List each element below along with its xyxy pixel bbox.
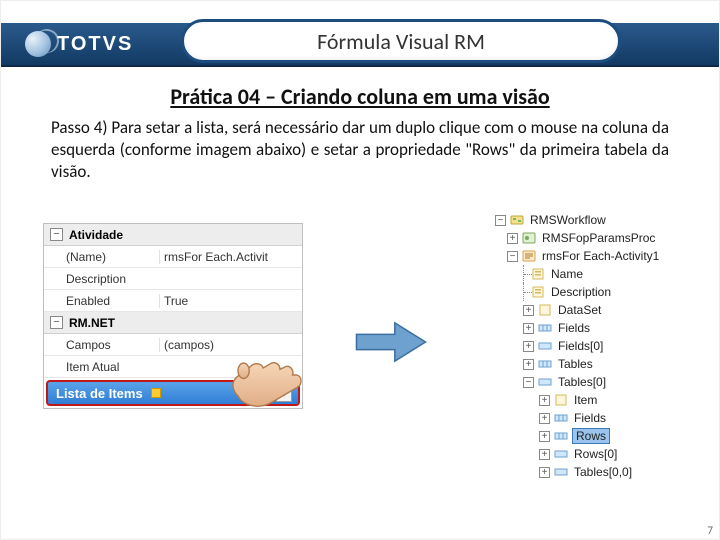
params-icon	[522, 232, 536, 244]
property-key: Description	[44, 272, 159, 286]
tree-label: Fields	[556, 319, 592, 337]
page-title-pill: Fórmula Visual RM	[181, 19, 621, 63]
tree-label: Name	[549, 265, 585, 283]
tree-node[interactable]: Description	[491, 283, 691, 301]
expand-icon[interactable]: +	[539, 431, 550, 442]
property-row-selected[interactable]: Lista de Items	[46, 380, 300, 406]
page-title: Fórmula Visual RM	[317, 28, 485, 55]
arrow-right-icon	[351, 319, 431, 365]
property-key: Enabled	[44, 294, 159, 308]
property-row[interactable]: Campos (campos)	[44, 334, 302, 356]
expand-icon[interactable]: +	[523, 341, 534, 352]
tree-connector	[523, 283, 531, 301]
category-label: Atividade	[69, 228, 123, 242]
tree-node[interactable]: + Fields[0]	[491, 337, 691, 355]
property-value[interactable]: rmsFor Each.Activit	[159, 250, 302, 264]
property-key: (Name)	[44, 250, 159, 264]
expand-icon[interactable]: +	[539, 413, 550, 424]
brand-text: TOTVS	[57, 33, 133, 56]
collection-item-icon	[554, 448, 568, 460]
tree-node[interactable]: + Tables	[491, 355, 691, 373]
property-icon	[531, 286, 545, 298]
tree-label: Description	[549, 283, 613, 301]
property-row[interactable]: Description	[44, 268, 302, 290]
tree-node[interactable]: + Item	[491, 391, 691, 409]
property-category-rmnet[interactable]: − RM.NET	[44, 312, 302, 334]
workflow-icon	[510, 214, 524, 226]
marker-icon	[151, 388, 161, 398]
tree-node[interactable]: + Rows[0]	[491, 445, 691, 463]
property-icon	[554, 394, 568, 406]
property-grid: − Atividade (Name) rmsFor Each.Activit D…	[43, 223, 303, 409]
collection-icon	[538, 358, 552, 370]
collapse-icon[interactable]: −	[50, 228, 63, 241]
expand-icon[interactable]: +	[539, 449, 550, 460]
activity-icon	[522, 250, 536, 262]
tree-label: rmsFor Each-Activity1	[540, 247, 661, 265]
globe-icon	[25, 31, 51, 57]
collapse-icon[interactable]: −	[50, 316, 63, 329]
tree-label: Tables	[556, 355, 595, 373]
property-value[interactable]: (campos)	[159, 338, 302, 352]
collection-icon	[554, 412, 568, 424]
tree-label: Fields	[572, 409, 608, 427]
brand-logo: TOTVS	[25, 31, 133, 57]
collapse-icon[interactable]: −	[507, 251, 518, 262]
tree-node[interactable]: + Tables[0,0]	[491, 463, 691, 481]
instruction-text: Passo 4) Para setar a lista, será necess…	[51, 117, 669, 183]
property-key: Item Atual	[44, 360, 159, 374]
tree-label: RMSWorkflow	[528, 211, 608, 229]
dropdown-button[interactable]	[276, 386, 292, 402]
tree-node-rows[interactable]: + Rows	[491, 427, 691, 445]
tree-node[interactable]: Name	[491, 265, 691, 283]
chevron-down-icon	[280, 391, 288, 397]
tree-node[interactable]: − rmsFor Each-Activity1	[491, 247, 691, 265]
tree-label: DataSet	[556, 301, 603, 319]
tree-label: Tables[0]	[556, 373, 608, 391]
property-row[interactable]: (Name) rmsFor Each.Activit	[44, 246, 302, 268]
selected-property-label: Lista de Items	[56, 386, 143, 401]
expand-icon[interactable]: +	[539, 467, 550, 478]
property-category-atividade[interactable]: − Atividade	[44, 224, 302, 246]
tree-node[interactable]: − Tables[0]	[491, 373, 691, 391]
property-value[interactable]: True	[159, 294, 302, 308]
tree-node[interactable]: + DataSet	[491, 301, 691, 319]
property-row[interactable]: Enabled True	[44, 290, 302, 312]
collection-icon	[554, 430, 568, 442]
tree-label-selected: Rows	[572, 428, 610, 444]
property-row[interactable]: Item Atual	[44, 356, 302, 378]
collapse-icon[interactable]: −	[523, 377, 534, 388]
collection-item-icon	[554, 466, 568, 478]
tree-node[interactable]: + Fields	[491, 409, 691, 427]
property-key: Campos	[44, 338, 159, 352]
category-label: RM.NET	[69, 316, 115, 330]
tree-connector	[523, 265, 531, 283]
expand-icon[interactable]: +	[523, 305, 534, 316]
expand-icon[interactable]: +	[523, 323, 534, 334]
collection-item-icon	[538, 376, 552, 388]
tree-label: Item	[572, 391, 599, 409]
collection-item-icon	[538, 340, 552, 352]
dataset-icon	[538, 304, 552, 316]
tree-label: Tables[0,0]	[572, 463, 634, 481]
collapse-icon[interactable]: −	[495, 215, 506, 226]
tree-node[interactable]: + Fields	[491, 319, 691, 337]
expand-icon[interactable]: +	[507, 233, 518, 244]
tree-label: RMSFopParamsProc	[540, 229, 657, 247]
expand-icon[interactable]: +	[539, 395, 550, 406]
property-icon	[531, 268, 545, 280]
collection-icon	[538, 322, 552, 334]
tree-node-root[interactable]: − RMSWorkflow	[491, 211, 691, 229]
tree-label: Rows[0]	[572, 445, 619, 463]
page-number: 7	[707, 524, 713, 537]
tree-label: Fields[0]	[556, 337, 605, 355]
tree-node[interactable]: + RMSFopParamsProc	[491, 229, 691, 247]
expand-icon[interactable]: +	[523, 359, 534, 370]
section-heading: Prática 04 – Criando coluna em uma visão	[1, 83, 719, 110]
object-tree: − RMSWorkflow + RMSFopParamsProc − rmsFo…	[491, 211, 691, 481]
